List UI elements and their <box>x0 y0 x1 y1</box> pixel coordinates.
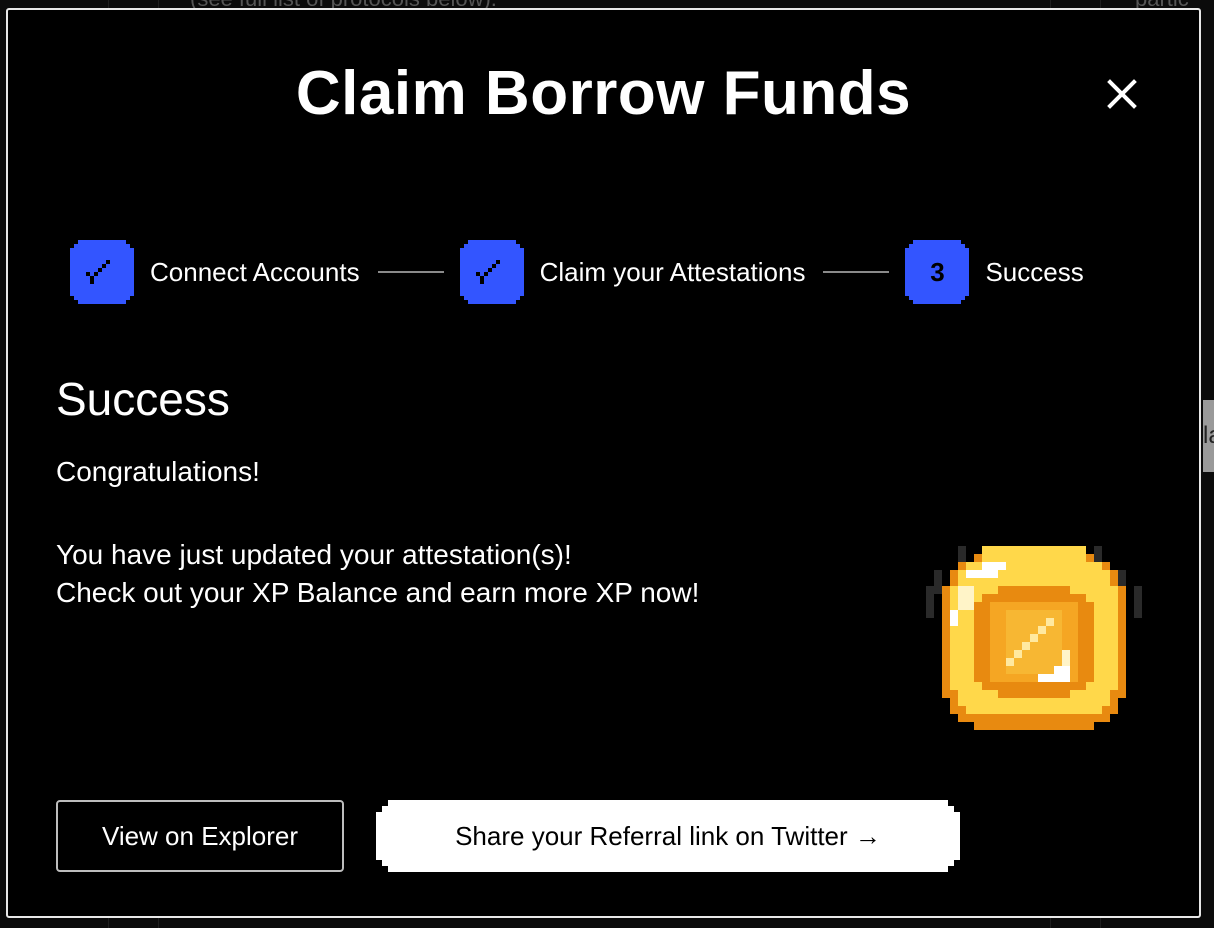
check-icon <box>86 260 110 284</box>
share-button-label: Share your Referral link on Twitter → <box>455 820 881 851</box>
step-claim-attestations: Claim your Attestations <box>459 240 806 304</box>
congrats-text: Congratulations! <box>56 456 260 487</box>
background-button-fragment: la <box>1203 400 1214 472</box>
step-label: Claim your Attestations <box>539 256 806 287</box>
step-label: Connect Accounts <box>150 256 360 287</box>
step-label: Success <box>985 256 1084 287</box>
progress-stepper: Connect Accounts Claim your Attestations… <box>70 240 1084 304</box>
step-badge-complete <box>459 240 524 304</box>
step-connector <box>823 271 890 273</box>
xp-coin-icon <box>926 546 1142 730</box>
step-connector <box>377 271 444 273</box>
message-line: Check out your XP Balance and earn more … <box>56 577 700 608</box>
success-message: You have just updated your attestation(s… <box>56 536 699 612</box>
section-title: Success <box>56 373 230 425</box>
step-connect-accounts: Connect Accounts <box>70 240 360 304</box>
step-badge-current: 3 <box>905 240 970 304</box>
claim-modal: Claim Borrow Funds Connect Accounts Clai… <box>6 8 1201 918</box>
view-on-explorer-button[interactable]: View on Explorer <box>56 800 344 872</box>
check-icon <box>475 260 500 284</box>
page: (see full list of protocols below). part… <box>0 0 1214 928</box>
close-icon <box>1107 79 1137 109</box>
message-line: You have just updated your attestation(s… <box>56 539 572 570</box>
close-button[interactable] <box>1102 74 1142 114</box>
step-success: 3 Success <box>905 240 1084 304</box>
share-referral-twitter-button[interactable]: Share your Referral link on Twitter → <box>376 800 960 872</box>
modal-title: Claim Borrow Funds <box>295 59 912 128</box>
step-number: 3 <box>930 256 945 287</box>
step-badge-complete <box>70 240 134 304</box>
